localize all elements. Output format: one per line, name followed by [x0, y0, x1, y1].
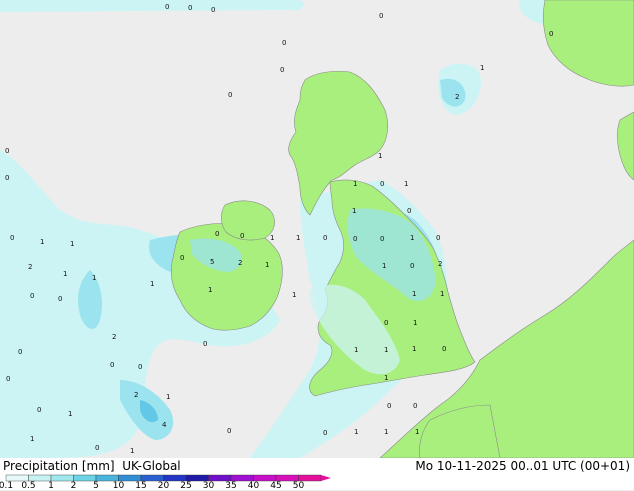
map-label: 0: [436, 234, 440, 242]
map-label: 1: [384, 346, 388, 354]
map-label: 1: [410, 234, 414, 242]
map-label: 0: [188, 4, 192, 12]
map-label: 2: [238, 259, 242, 267]
map-label: 0: [180, 254, 184, 262]
map-label: 0: [95, 444, 99, 452]
map-label: 1: [384, 428, 388, 436]
map-label: 0: [228, 91, 232, 99]
legend-overflow-arrow: [321, 475, 331, 481]
map-label: 1: [353, 180, 357, 188]
map-label: 1: [292, 291, 296, 299]
map-label: 0: [442, 345, 446, 353]
map-label: 1: [166, 393, 170, 401]
map-label: 2: [28, 263, 32, 271]
map-label: 0: [407, 207, 411, 215]
map-label: 0: [30, 292, 34, 300]
map-label: 5: [210, 258, 214, 266]
map-label: 1: [354, 428, 358, 436]
map-label: 0: [165, 3, 169, 11]
map-label: 0: [5, 147, 9, 155]
map-label: 1: [352, 207, 356, 215]
map-label: 1: [440, 290, 444, 298]
map-label: 1: [63, 270, 67, 278]
map-label: 0: [380, 180, 384, 188]
map-label: 0: [280, 66, 284, 74]
legend-datetime: Mo 10-11-2025 00..01 UTC (00+01): [415, 459, 630, 473]
map-label: 0: [215, 230, 219, 238]
map-label: 2: [455, 93, 459, 101]
legend: Precipitation [mm] UK-Global Mo 10-11-20…: [0, 458, 634, 491]
map-label: 0: [211, 6, 215, 14]
map-label: 0: [323, 234, 327, 242]
legend-variable: Precipitation [mm]: [3, 459, 115, 473]
map-label: 1: [70, 240, 74, 248]
map-label: 0: [323, 429, 327, 437]
map-label: 0: [203, 340, 207, 348]
map-label: 0: [110, 361, 114, 369]
map-label: 0: [380, 235, 384, 243]
map-label: 0: [240, 232, 244, 240]
map-label: 0: [387, 402, 391, 410]
map-label: 0: [227, 427, 231, 435]
map-label: 0: [410, 262, 414, 270]
map-label: 4: [162, 421, 167, 429]
map-label: 0: [379, 12, 383, 20]
map-label: 2: [438, 260, 442, 268]
map-label: 0: [549, 30, 553, 38]
precipitation-map: 0 0 0 0 0 1 0 2 0 0 1 0 1 1 0 1 0 0 0 1 …: [0, 0, 634, 458]
map-label: 1: [92, 274, 96, 282]
map-label: 0: [10, 234, 14, 242]
map-label: 1: [480, 64, 484, 72]
map-label: 1: [150, 280, 154, 288]
map-label: 1: [413, 319, 417, 327]
map-label: 0: [353, 235, 357, 243]
map-label: 1: [415, 428, 419, 436]
map-label: 1: [130, 447, 134, 455]
legend-model: UK-Global: [122, 459, 181, 473]
map-label: 2: [134, 391, 138, 399]
map-label: 0: [413, 402, 417, 410]
map-label: 1: [378, 152, 382, 160]
map-label: 0: [384, 319, 388, 327]
map-label: 0: [282, 39, 286, 47]
map-label: 0: [37, 406, 41, 414]
map-label: 1: [68, 410, 72, 418]
map-label: 0: [18, 348, 22, 356]
map-label: 1: [208, 286, 212, 294]
map-label: 0: [138, 363, 142, 371]
map-label: 1: [412, 290, 416, 298]
map-label: 1: [354, 346, 358, 354]
map-label: 1: [412, 345, 416, 353]
map-label: 0: [5, 174, 9, 182]
map-label: 1: [404, 180, 408, 188]
map-label: 2: [112, 333, 116, 341]
map-label: 1: [30, 435, 34, 443]
map-label: 1: [382, 262, 386, 270]
map-label: 0: [58, 295, 62, 303]
map-label: 1: [40, 238, 44, 246]
map-label: 1: [384, 374, 388, 382]
map-label: 1: [296, 234, 300, 242]
map-label: 1: [270, 234, 274, 242]
legend-title: Precipitation [mm] UK-Global: [3, 459, 181, 473]
map-label: 1: [265, 261, 269, 269]
map-label: 0: [6, 375, 10, 383]
